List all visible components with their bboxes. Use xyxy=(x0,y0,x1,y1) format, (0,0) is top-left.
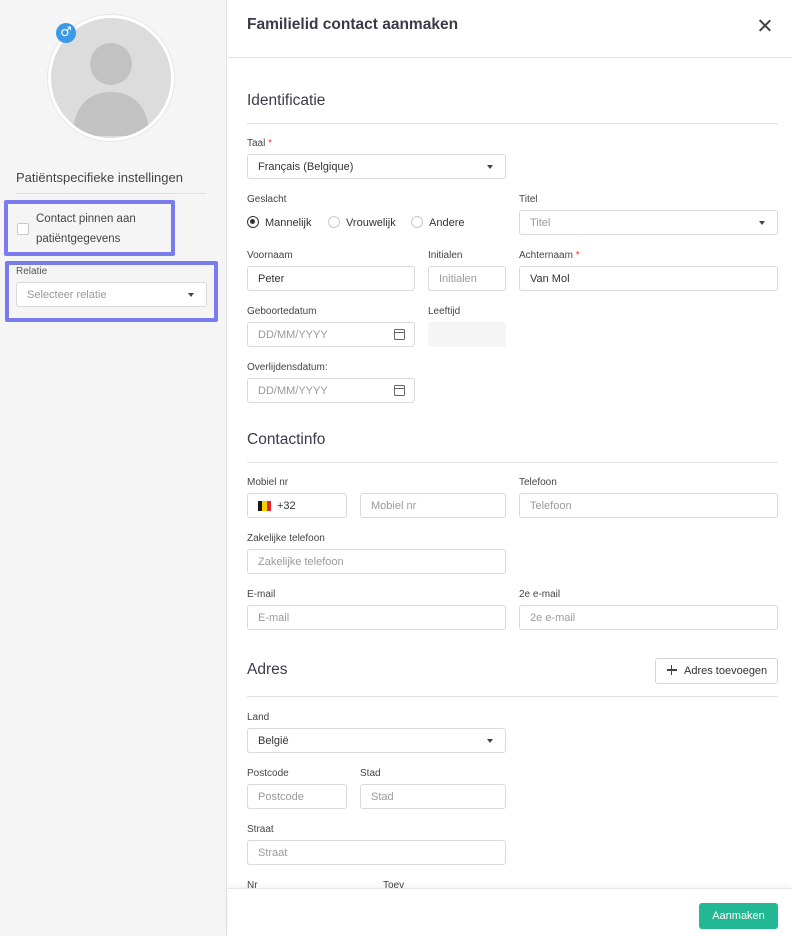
section-title-contact: Contactinfo xyxy=(247,431,326,448)
work-phone-label: Zakelijke telefoon xyxy=(247,533,325,544)
deathdate-label: Overlijdensdatum: xyxy=(247,362,328,373)
initials-input[interactable]: Initialen xyxy=(428,266,506,291)
radio-unchecked-icon xyxy=(411,216,423,228)
language-select-value: Français (Belgique) xyxy=(258,161,354,173)
divider xyxy=(247,462,778,463)
chevron-down-icon xyxy=(759,221,765,225)
settings-title: Patiëntspecifieke instellingen xyxy=(16,170,183,185)
postcode-input[interactable]: Postcode xyxy=(247,784,347,809)
panel-header: Familielid contact aanmaken xyxy=(228,0,792,58)
birthdate-placeholder: DD/MM/YYYY xyxy=(258,329,328,341)
radio-checked-icon xyxy=(247,216,259,228)
relation-select[interactable]: Selecteer relatie xyxy=(16,282,207,307)
firstname-label: Voornaam xyxy=(247,250,293,261)
relation-label: Relatie xyxy=(16,266,48,277)
city-input[interactable]: Stad xyxy=(360,784,506,809)
belgium-flag-icon xyxy=(258,501,271,511)
plus-icon xyxy=(667,665,677,675)
title-select-placeholder: Titel xyxy=(530,217,551,229)
country-label: Land xyxy=(247,712,270,723)
firstname-input[interactable]: Peter xyxy=(247,266,415,291)
section-title-address: Adres xyxy=(247,661,288,678)
chevron-down-icon xyxy=(188,293,194,297)
email-label: E-mail xyxy=(247,589,276,600)
lastname-label: Achternaam * xyxy=(519,250,580,261)
street-input[interactable]: Straat xyxy=(247,840,506,865)
city-label: Stad xyxy=(360,768,381,779)
email-input[interactable]: E-mail xyxy=(247,605,506,630)
chevron-down-icon xyxy=(487,165,493,169)
deathdate-placeholder: DD/MM/YYYY xyxy=(258,385,328,397)
radio-unchecked-icon xyxy=(328,216,340,228)
chevron-down-icon xyxy=(487,739,493,743)
patient-settings-sidebar: ♂ Patiëntspecifieke instellingen Contact… xyxy=(0,0,227,936)
create-contact-panel: Familielid contact aanmaken Identificati… xyxy=(228,0,792,936)
section-title-identification: Identificatie xyxy=(247,92,326,109)
birthdate-input[interactable]: DD/MM/YYYY xyxy=(247,322,415,347)
divider xyxy=(247,696,778,697)
create-button[interactable]: Aanmaken xyxy=(699,903,778,929)
mobile-input[interactable]: Mobiel nr xyxy=(360,493,506,518)
gender-label: Geslacht xyxy=(247,194,287,205)
phone-input[interactable]: Telefoon xyxy=(519,493,778,518)
title-select[interactable]: Titel xyxy=(519,210,778,235)
panel-footer: Aanmaken xyxy=(228,888,792,936)
relation-select-placeholder: Selecteer relatie xyxy=(27,289,107,301)
male-symbol-icon: ♂ xyxy=(56,23,76,43)
street-label: Straat xyxy=(247,824,274,835)
close-icon[interactable] xyxy=(755,16,775,36)
country-select[interactable]: België xyxy=(247,728,506,753)
language-label: Taal * xyxy=(247,138,273,149)
work-phone-input[interactable]: Zakelijke telefoon xyxy=(247,549,506,574)
email2-input[interactable]: 2e e-mail xyxy=(519,605,778,630)
phone-label: Telefoon xyxy=(519,477,557,488)
pin-contact-checkbox[interactable] xyxy=(17,223,29,235)
divider xyxy=(247,123,778,124)
add-address-button[interactable]: Adres toevoegen xyxy=(655,658,778,684)
age-field xyxy=(428,322,506,347)
country-code-value: +32 xyxy=(277,500,296,512)
calendar-icon[interactable] xyxy=(394,385,405,396)
language-select[interactable]: Français (Belgique) xyxy=(247,154,506,179)
pin-contact-label: Contact pinnen aan patiëntgegevens xyxy=(36,213,136,245)
page-title: Familielid contact aanmaken xyxy=(247,16,459,33)
country-select-value: België xyxy=(258,735,289,747)
lastname-input[interactable]: Van Mol xyxy=(519,266,778,291)
deathdate-input[interactable]: DD/MM/YYYY xyxy=(247,378,415,403)
add-address-label: Adres toevoegen xyxy=(684,665,768,677)
country-code-select[interactable]: +32 xyxy=(247,493,347,518)
postcode-label: Postcode xyxy=(247,768,289,779)
calendar-icon[interactable] xyxy=(394,329,405,340)
initials-label: Initialen xyxy=(428,250,463,261)
mobile-label: Mobiel nr xyxy=(247,477,289,488)
title-label: Titel xyxy=(519,194,538,205)
divider xyxy=(16,193,206,194)
age-label: Leeftijd xyxy=(428,306,461,317)
email2-label: 2e e-mail xyxy=(519,589,561,600)
birthdate-label: Geboortedatum xyxy=(247,306,317,317)
